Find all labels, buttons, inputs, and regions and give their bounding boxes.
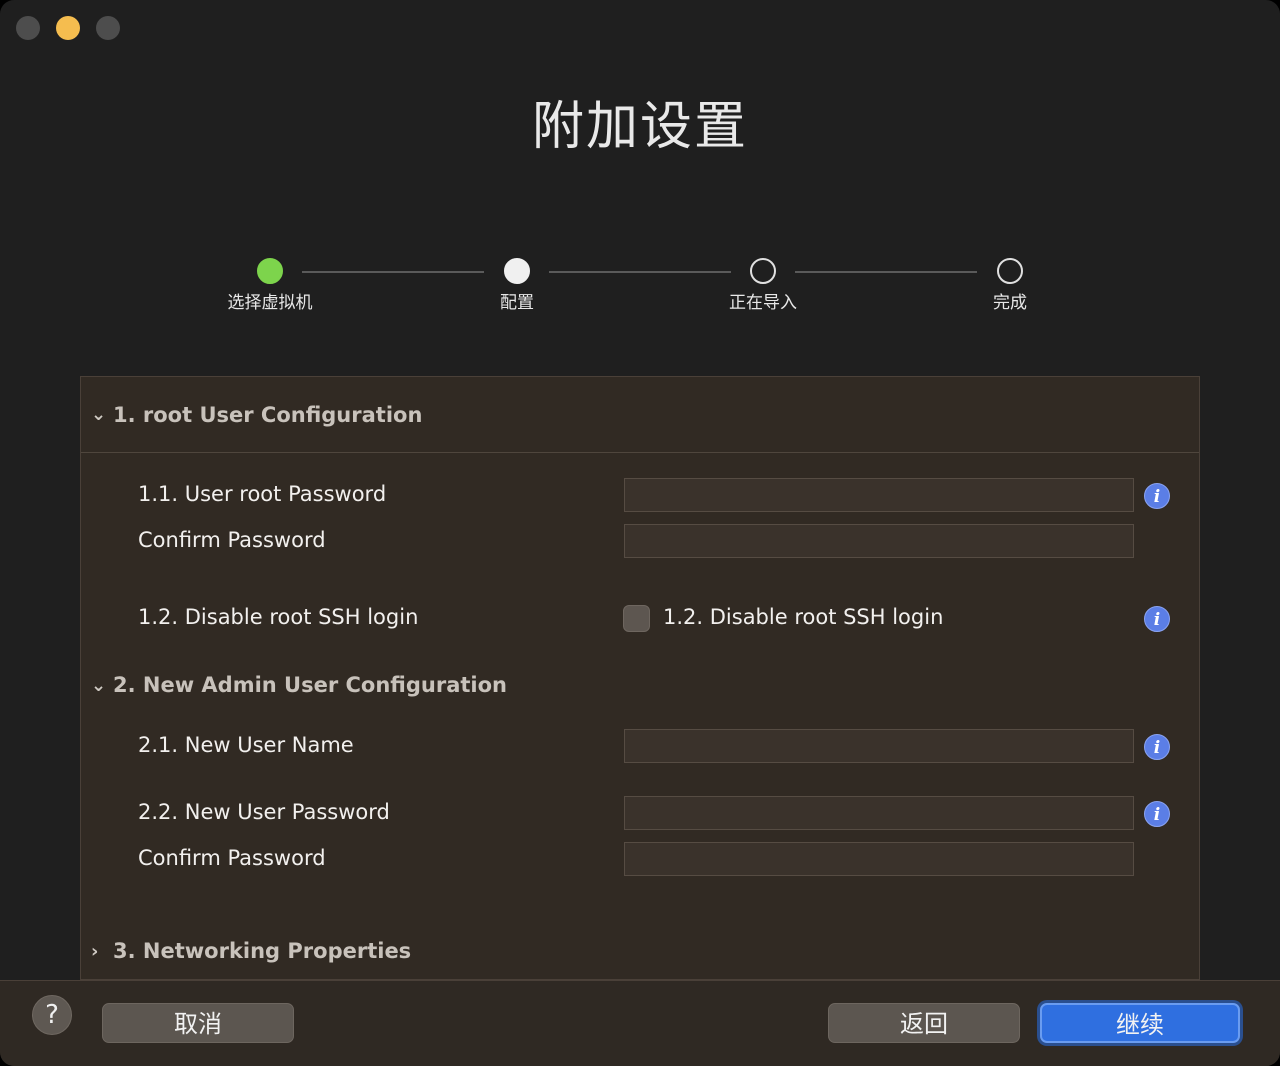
info-icon[interactable]: i xyxy=(1144,606,1170,632)
section-title: 2. New Admin User Configuration xyxy=(113,673,507,697)
back-button[interactable]: 返回 xyxy=(828,1003,1020,1043)
minimize-window-button[interactable] xyxy=(56,16,80,40)
wizard-footer: ? 取消 返回 继续 xyxy=(0,980,1280,1066)
root-confirm-password-label: Confirm Password xyxy=(138,528,326,552)
disable-ssh-label: 1.2. Disable root SSH login xyxy=(138,605,419,629)
close-window-button[interactable] xyxy=(16,16,40,40)
progress-stepper: 选择虚拟机 配置 正在导入 完成 xyxy=(0,258,1280,318)
new-user-password-field[interactable] xyxy=(624,796,1134,830)
root-confirm-password-field[interactable] xyxy=(624,524,1134,558)
maximize-window-button[interactable] xyxy=(96,16,120,40)
continue-button[interactable]: 继续 xyxy=(1040,1003,1240,1043)
new-user-confirm-password-label: Confirm Password xyxy=(138,846,326,870)
root-password-field[interactable] xyxy=(624,478,1134,512)
step-pending-indicator xyxy=(997,258,1023,284)
step-current-indicator xyxy=(504,258,530,284)
root-password-label: 1.1. User root Password xyxy=(138,482,387,506)
page-title: 附加设置 xyxy=(531,97,748,157)
section-title: 1. root User Configuration xyxy=(113,402,423,427)
step-done-indicator xyxy=(257,258,283,284)
info-icon[interactable]: i xyxy=(1144,734,1170,760)
new-user-name-field[interactable] xyxy=(624,729,1134,763)
step-pending-indicator xyxy=(750,258,776,284)
section-root-config-header[interactable]: ⌄ 1. root User Configuration xyxy=(81,377,1199,453)
step-label: 正在导入 xyxy=(729,293,797,313)
info-icon[interactable]: i xyxy=(1144,483,1170,509)
chevron-right-icon: › xyxy=(91,940,99,962)
import-wizard-window: 附加设置 选择虚拟机 配置 正在导入 完成 ⌄ 1. root User Con… xyxy=(0,0,1280,1066)
section-admin-config-header[interactable]: ⌄ 2. New Admin User Configuration xyxy=(81,647,1199,723)
step-label: 完成 xyxy=(993,293,1027,313)
cancel-button[interactable]: 取消 xyxy=(102,1003,294,1043)
info-icon[interactable]: i xyxy=(1144,801,1170,827)
new-user-name-label: 2.1. New User Name xyxy=(138,733,354,757)
step-configure: 配置 xyxy=(437,258,597,313)
step-label: 配置 xyxy=(500,293,534,313)
step-finish: 完成 xyxy=(930,258,1090,313)
chevron-down-icon: ⌄ xyxy=(91,674,107,696)
step-label: 选择虚拟机 xyxy=(227,293,313,313)
help-icon[interactable]: ? xyxy=(32,995,72,1035)
window-controls xyxy=(16,16,120,40)
section-networking-header[interactable]: › 3. Networking Properties xyxy=(81,913,1199,979)
step-importing: 正在导入 xyxy=(683,258,843,313)
step-select-vm: 选择虚拟机 xyxy=(190,258,350,313)
chevron-down-icon: ⌄ xyxy=(91,404,107,425)
new-user-confirm-password-field[interactable] xyxy=(624,842,1134,876)
disable-ssh-checkbox-label[interactable]: 1.2. Disable root SSH login xyxy=(663,605,943,629)
disable-ssh-checkbox[interactable] xyxy=(623,605,650,632)
new-user-password-label: 2.2. New User Password xyxy=(138,800,390,824)
additional-settings-panel: ⌄ 1. root User Configuration 1.1. User r… xyxy=(80,376,1200,980)
section-title: 3. Networking Properties xyxy=(113,939,412,963)
